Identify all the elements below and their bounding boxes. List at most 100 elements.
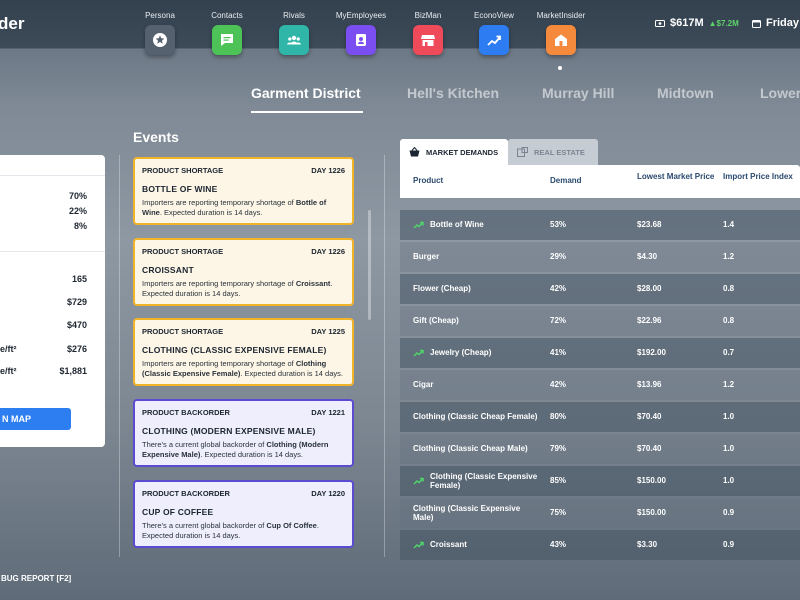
building-icon[interactable] [546, 25, 576, 55]
cell-index: 1.0 [723, 476, 735, 486]
table-row[interactable]: Croissant 43% $3.30 0.9 [400, 530, 800, 560]
cell-demand: 79% [550, 444, 567, 454]
event-card[interactable]: PRODUCT SHORTAGE DAY 1226 CROISSANT Impor… [133, 238, 354, 306]
nav-rivals[interactable]: Rivals [264, 0, 324, 55]
table-row[interactable]: Clothing (Classic Cheap Female) 80% $70.40… [400, 402, 800, 432]
nav-myemployees[interactable]: MyEmployees [331, 0, 391, 55]
store-icon[interactable] [413, 25, 443, 55]
date-value: Friday [766, 17, 800, 29]
bug-report-link[interactable]: BUG REPORT [F2] [1, 574, 71, 583]
stat-value: $729 [66, 297, 87, 307]
divider [384, 155, 385, 557]
cell-demand: 42% [550, 380, 567, 390]
stat-label: e/ft² [0, 344, 17, 354]
table-row[interactable]: Burger 29% $4.30 1.2 [400, 242, 800, 272]
star-icon[interactable] [145, 25, 175, 55]
table-row[interactable]: Clothing (Classic Expensive Female) 85% $1… [400, 466, 800, 496]
event-description: Importers are reporting temporary shorta… [142, 279, 333, 298]
table-row[interactable]: Clothing (Classic Expensive Male) 75% $150… [400, 498, 800, 528]
cell-price: $150.00 [637, 476, 666, 486]
cell-demand: 41% [550, 348, 567, 358]
trend-up-icon [413, 349, 424, 357]
cell-price: $150.00 [637, 508, 666, 518]
stat-value: $276 [66, 344, 87, 354]
nav-label: Rivals [283, 11, 305, 20]
tab-murray-hill[interactable]: Murray Hill [542, 85, 614, 101]
table-row[interactable]: Cigar 42% $13.96 1.2 [400, 370, 800, 400]
money-value: $617M [670, 17, 704, 29]
calendar-icon [752, 19, 761, 28]
table-row[interactable]: Clothing (Classic Cheap Male) 79% $70.40 1.… [400, 434, 800, 464]
badge-icon[interactable] [346, 25, 376, 55]
header-demand[interactable]: Demand [550, 176, 582, 186]
tab-label: MARKET DEMANDS [426, 147, 499, 157]
group-icon[interactable] [279, 25, 309, 55]
cell-demand: 29% [550, 252, 567, 262]
cell-product: Bottle of Wine [430, 220, 484, 230]
cell-product: Jewelry (Cheap) [430, 348, 492, 358]
market-table-header: Product Demand Lowest Market Price Impor… [400, 165, 800, 198]
trend-up-icon [413, 477, 424, 485]
real-estate-icon [517, 147, 528, 157]
event-type: PRODUCT SHORTAGE [142, 247, 224, 256]
nav-contacts[interactable]: Contacts [197, 0, 257, 55]
cell-index: 0.7 [723, 348, 735, 358]
tab-lower[interactable]: Lower [760, 85, 800, 101]
stat-value: $1,881 [59, 366, 87, 376]
tab-midtown[interactable]: Midtown [657, 85, 714, 101]
divider [0, 175, 105, 176]
nav-label: Persona [145, 11, 175, 20]
active-nav-indicator [558, 66, 562, 70]
cell-demand: 72% [550, 316, 567, 326]
table-row[interactable]: Gift (Cheap) 72% $22.96 0.8 [400, 306, 800, 336]
tab-hells-kitchen[interactable]: Hell's Kitchen [407, 85, 499, 101]
event-card[interactable]: PRODUCT SHORTAGE DAY 1225 CLOTHING (CLASS… [133, 318, 354, 386]
table-row[interactable]: Flower (Cheap) 42% $28.00 0.8 [400, 274, 800, 304]
nav-label: BizMan [414, 11, 442, 20]
map-button[interactable]: N MAP [0, 408, 71, 430]
header-product[interactable]: Product [413, 176, 443, 186]
tab-market-demands[interactable]: MARKET DEMANDS [400, 139, 508, 165]
cell-price: $22.96 [637, 316, 662, 326]
cell-price: $192.00 [637, 348, 666, 358]
event-product: BOTTLE OF WINE [142, 184, 218, 194]
cell-product: Burger [413, 252, 440, 262]
cell-demand: 75% [550, 508, 567, 518]
event-day: DAY 1225 [311, 327, 345, 336]
cell-price: $70.40 [637, 412, 662, 422]
tab-real-estate[interactable]: REAL ESTATE [508, 139, 598, 165]
event-type: PRODUCT BACKORDER [142, 408, 230, 417]
event-type: PRODUCT BACKORDER [142, 489, 230, 498]
top-bar: der Persona Contacts Rivals MyEmployees … [0, 0, 800, 55]
stat-label: e/ft² [0, 366, 17, 376]
trend-icon[interactable] [479, 25, 509, 55]
table-row[interactable]: Bottle of Wine 53% $23.68 1.4 [400, 210, 800, 240]
header-import-index[interactable]: Import Price Index [723, 172, 793, 182]
event-card[interactable]: PRODUCT BACKORDER DAY 1221 CLOTHING (MODE… [133, 399, 354, 467]
nav-label: EconoView [474, 11, 514, 20]
table-row[interactable]: Jewelry (Cheap) 41% $192.00 0.7 [400, 338, 800, 368]
cell-price: $70.40 [637, 444, 662, 454]
nav-marketinsider[interactable]: MarketInsider [531, 0, 591, 55]
divider [0, 251, 105, 252]
nav-label: MyEmployees [335, 11, 387, 20]
cell-product: Clothing (Classic Expensive Male) [413, 503, 521, 523]
nav-persona[interactable]: Persona [130, 0, 190, 55]
tab-garment-district[interactable]: Garment District [251, 85, 361, 101]
active-tab-underline [251, 111, 363, 113]
cell-price: $4.30 [637, 252, 658, 262]
chat-icon[interactable] [212, 25, 242, 55]
cell-index: 1.0 [723, 412, 735, 422]
cell-index: 0.9 [723, 540, 735, 550]
nav-econoview[interactable]: EconoView [464, 0, 524, 55]
nav-bizman[interactable]: BizMan [398, 0, 458, 55]
event-card[interactable]: PRODUCT SHORTAGE DAY 1226 BOTTLE OF WINE … [133, 157, 354, 225]
header-lowest-price[interactable]: Lowest Market Price [637, 172, 715, 182]
event-day: DAY 1220 [311, 489, 345, 498]
app-title: der [0, 14, 25, 33]
event-card[interactable]: PRODUCT BACKORDER DAY 1220 CUP OF COFFEE … [133, 480, 354, 548]
cash-icon [655, 19, 665, 27]
cell-index: 1.2 [723, 252, 735, 262]
events-scrollbar[interactable] [368, 210, 371, 320]
cell-index: 1.0 [723, 444, 735, 454]
